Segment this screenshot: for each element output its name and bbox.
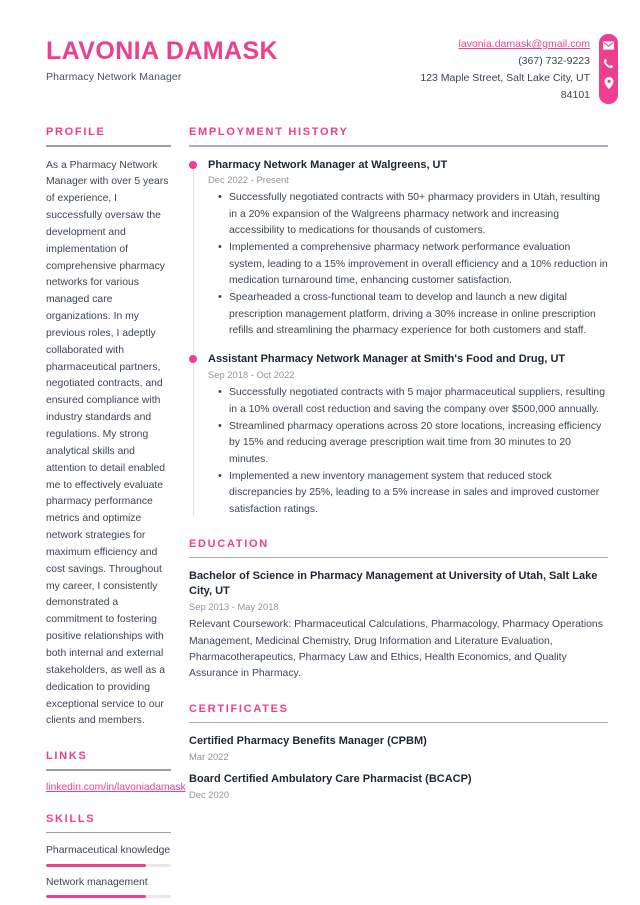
resume-body: PROFILE As a Pharmacy Network Manager wi… <box>0 104 640 905</box>
certificate-title: Board Certified Ambulatory Care Pharmaci… <box>189 773 472 786</box>
contact-icon-bar <box>599 34 618 104</box>
section-links: LINKS linkedin.com/in/lavoniadamask <box>46 750 186 793</box>
timeline-dot-icon <box>189 160 197 169</box>
skill-item: Pharmaceutical knowledge <box>46 844 171 867</box>
skill-level-fill <box>46 863 146 867</box>
list-item: Successfully negotiated contracts with 5… <box>218 384 608 418</box>
section-divider <box>189 556 608 559</box>
section-title-profile: PROFILE <box>46 126 106 138</box>
employment-title: Assistant Pharmacy Network Manager at Sm… <box>208 353 566 366</box>
section-title-education: EDUCATION <box>189 537 269 550</box>
contact-email[interactable]: lavonia.damask@gmail.com <box>390 36 590 53</box>
education-title: Bachelor of Science in Pharmacy Manageme… <box>189 570 598 598</box>
section-divider <box>189 721 608 724</box>
section-certificates: CERTIFICATES Certified Pharmacy Benefits… <box>189 703 608 800</box>
employment-title: Pharmacy Network Manager at Walgreens, U… <box>208 158 448 171</box>
section-title-links: LINKS <box>46 750 88 763</box>
links-list: linkedin.com/in/lavoniadamask <box>46 782 186 793</box>
certificate-date: Mar 2022 <box>189 751 229 763</box>
certificate-entry: Board Certified Ambulatory Care Pharmaci… <box>189 772 608 800</box>
page-title: LAVONIA DAMASK <box>46 37 278 65</box>
employment-date: Sep 2018 - Oct 2022 <box>208 369 295 381</box>
envelope-icon <box>603 41 614 50</box>
skill-level-bar <box>46 863 171 867</box>
employment-bullets: Successfully negotiated contracts with 5… <box>208 189 608 339</box>
skill-level-fill <box>46 895 146 898</box>
certificate-entry: Certified Pharmacy Benefits Manager (CPB… <box>189 734 608 762</box>
phone-icon <box>603 58 614 69</box>
section-skills: SKILLS Pharmaceutical knowledge Network m… <box>46 813 171 905</box>
list-item: Streamlined pharmacy operations across 2… <box>218 418 608 468</box>
section-divider <box>46 769 171 771</box>
section-divider <box>46 831 171 834</box>
skill-label: Pharmaceutical knowledge <box>46 845 171 857</box>
employment-entry: Assistant Pharmacy Network Manager at Sm… <box>189 352 608 518</box>
resume-header: LAVONIA DAMASK Pharmacy Network Manager … <box>0 0 640 104</box>
list-item: Spearheaded a cross-functional team to d… <box>218 289 608 339</box>
education-date: Sep 2013 - May 2018 <box>189 601 279 613</box>
timeline-dot-icon <box>189 355 197 364</box>
main-column: EMPLOYMENT HISTORY Pharmacy Network Mana… <box>185 126 640 905</box>
link-item[interactable]: linkedin.com/in/lavoniadamask <box>46 782 186 793</box>
header-contact: lavonia.damask@gmail.com (367) 732-9223 … <box>390 34 640 104</box>
education-list: Bachelor of Science in Pharmacy Manageme… <box>189 569 608 682</box>
location-pin-icon <box>604 77 614 89</box>
section-title-certificates: CERTIFICATES <box>189 702 289 715</box>
section-title-skills: SKILLS <box>46 812 96 825</box>
sidebar-column: PROFILE As a Pharmacy Network Manager wi… <box>0 126 186 905</box>
section-title-employment: EMPLOYMENT HISTORY <box>189 126 349 138</box>
profile-text: As a Pharmacy Network Manager with over … <box>46 159 169 727</box>
certificate-title: Certified Pharmacy Benefits Manager (CPB… <box>189 735 427 748</box>
job-title: Pharmacy Network Manager <box>46 70 182 83</box>
employment-timeline: Pharmacy Network Manager at Walgreens, U… <box>189 158 608 518</box>
skill-level-bar <box>46 895 171 898</box>
list-item: Implemented a new inventory management s… <box>218 468 608 518</box>
contact-phone: (367) 732-9223 <box>518 55 590 67</box>
employment-bullets: Successfully negotiated contracts with 5… <box>208 384 608 518</box>
contact-address: 123 Maple Street, Salt Lake City, UT 841… <box>420 72 590 101</box>
list-item: Successfully negotiated contracts with 5… <box>218 189 608 239</box>
section-employment: EMPLOYMENT HISTORY Pharmacy Network Mana… <box>189 126 608 518</box>
employment-entry: Pharmacy Network Manager at Walgreens, U… <box>189 158 608 340</box>
section-education: EDUCATION Bachelor of Science in Pharmac… <box>189 538 608 683</box>
section-profile: PROFILE As a Pharmacy Network Manager wi… <box>46 126 171 730</box>
certificate-date: Dec 2020 <box>189 789 230 801</box>
list-item: Implemented a comprehensive pharmacy net… <box>218 239 608 289</box>
section-divider <box>46 145 171 147</box>
certificates-list: Certified Pharmacy Benefits Manager (CPB… <box>189 734 608 800</box>
education-entry: Bachelor of Science in Pharmacy Manageme… <box>189 569 608 682</box>
contact-details: lavonia.damask@gmail.com (367) 732-9223 … <box>390 34 590 104</box>
skill-item: Network management <box>46 876 171 898</box>
skills-list: Pharmaceutical knowledge Network manageme… <box>46 844 171 905</box>
employment-date: Dec 2022 - Present <box>208 174 289 186</box>
header-identity: LAVONIA DAMASK Pharmacy Network Manager <box>0 34 278 83</box>
skill-label: Network management <box>46 876 148 888</box>
resume-page: LAVONIA DAMASK Pharmacy Network Manager … <box>0 0 640 905</box>
education-description: Relevant Coursework: Pharmaceutical Calc… <box>189 619 603 680</box>
section-divider <box>189 145 608 147</box>
